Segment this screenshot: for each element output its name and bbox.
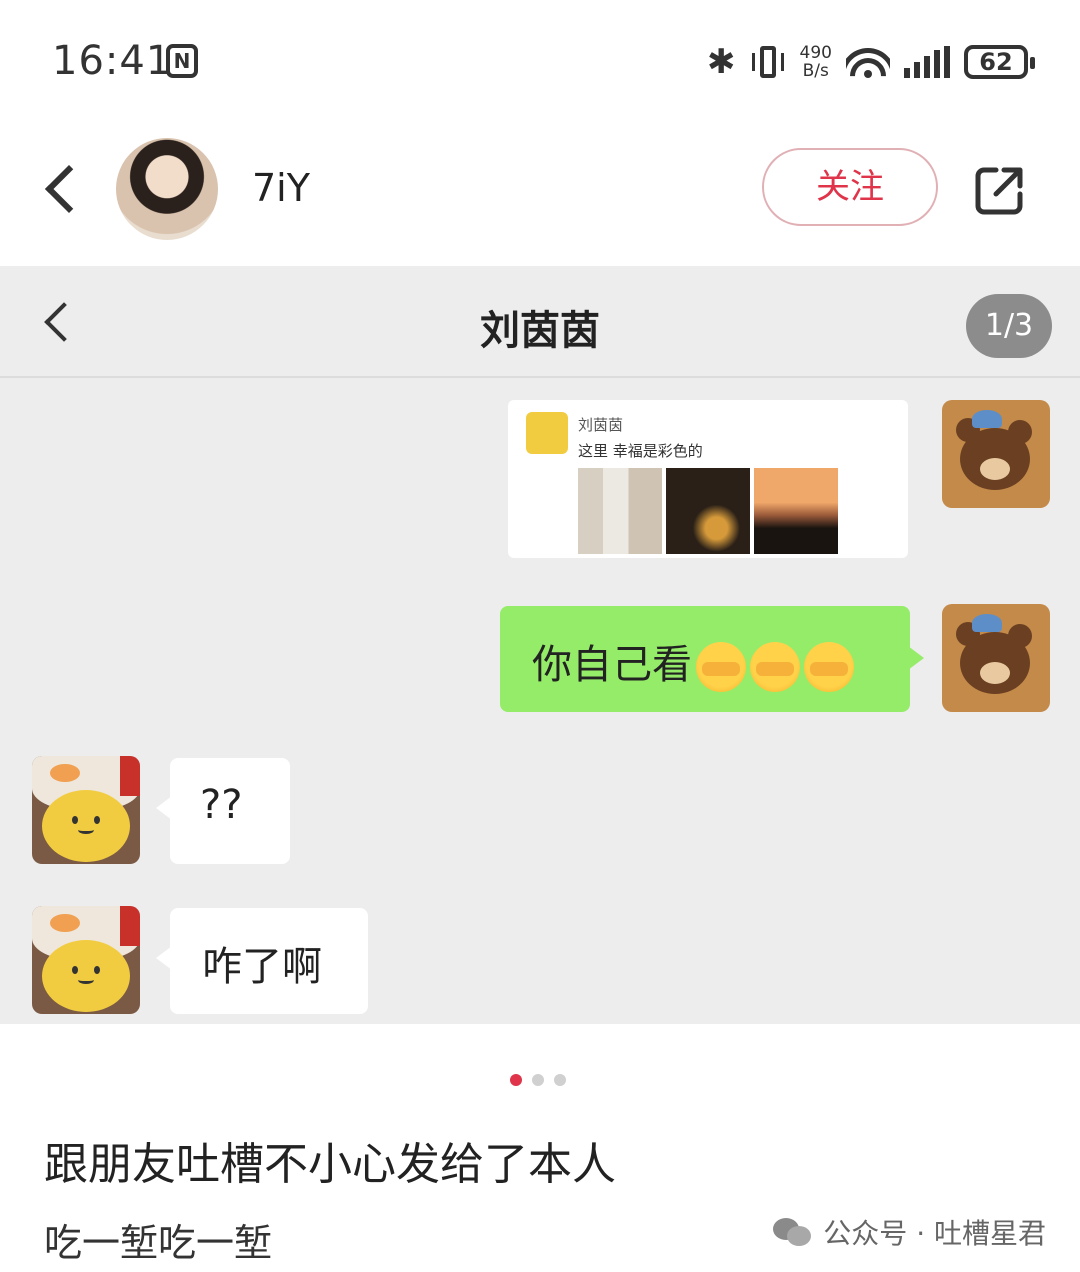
share-icon[interactable] — [974, 164, 1026, 216]
carousel-dots — [510, 1074, 566, 1086]
signal-icon — [904, 46, 950, 78]
net-speed-value: 490 — [799, 43, 832, 63]
vibrate-icon — [750, 44, 786, 80]
friend-avatar — [32, 906, 140, 1014]
card-avatar — [526, 412, 568, 454]
wechat-icon — [773, 1216, 813, 1248]
message-bubble-friend: ?? — [156, 758, 290, 864]
status-bar: 16:41 N ✱ 490 B/s 62 — [0, 0, 1080, 120]
back-icon[interactable] — [38, 158, 94, 222]
post-header: 7iY 关注 — [0, 120, 1080, 266]
net-speed: 490 B/s — [800, 44, 832, 80]
message-text: 咋了啊 — [202, 944, 322, 990]
follow-button[interactable]: 关注 — [762, 148, 938, 226]
card-thumbnail — [666, 468, 750, 554]
net-speed-unit: B/s — [802, 61, 829, 81]
card-text: 这里 幸福是彩色的 — [578, 442, 703, 460]
card-name: 刘茵茵 — [578, 416, 624, 434]
watermark-text: 公众号 · 吐槽星君 — [823, 1217, 1046, 1250]
carousel-dot-active — [510, 1074, 522, 1086]
image-page-indicator: 1/3 — [966, 294, 1052, 358]
chat-header: 刘茵茵 — [0, 266, 1080, 378]
battery-icon: 62 — [964, 45, 1035, 79]
message-bubble-self: 你自己看 — [500, 606, 924, 712]
carousel-dot — [554, 1074, 566, 1086]
card-thumbnail — [754, 468, 838, 554]
status-icons: ✱ 490 B/s 62 — [707, 40, 1035, 84]
author-avatar[interactable] — [116, 138, 218, 240]
post-body: 吃一堑吃一堑 — [44, 1221, 273, 1265]
status-time: 16:41 — [52, 38, 173, 84]
watermark: 公众号 · 吐槽星君 — [773, 1212, 1046, 1252]
chat-title: 刘茵茵 — [480, 308, 600, 354]
friend-avatar — [32, 756, 140, 864]
post-image[interactable]: 刘茵茵 1/3 刘茵茵 这里 幸福是彩色的 你自己看 ?? 咋了啊 — [0, 266, 1080, 1024]
facepalm-cry-emoji-icon — [696, 642, 746, 692]
card-thumbnail — [578, 468, 662, 554]
self-avatar — [942, 604, 1050, 712]
self-avatar — [942, 400, 1050, 508]
carousel-dot — [532, 1074, 544, 1086]
message-text: ?? — [200, 782, 243, 828]
author-username[interactable]: 7iY — [252, 166, 310, 210]
facepalm-cry-emoji-icon — [804, 642, 854, 692]
message-text: 你自己看 — [532, 642, 692, 688]
bluetooth-icon: ✱ — [707, 42, 736, 82]
emoji-group — [692, 642, 854, 692]
post-title: 跟朋友吐槽不小心发给了本人 — [44, 1139, 616, 1190]
shared-post-card: 刘茵茵 这里 幸福是彩色的 — [508, 400, 908, 558]
facepalm-cry-emoji-icon — [750, 642, 800, 692]
message-bubble-friend: 咋了啊 — [156, 908, 368, 1014]
nfc-icon: N — [166, 44, 198, 78]
wifi-icon — [846, 44, 890, 80]
